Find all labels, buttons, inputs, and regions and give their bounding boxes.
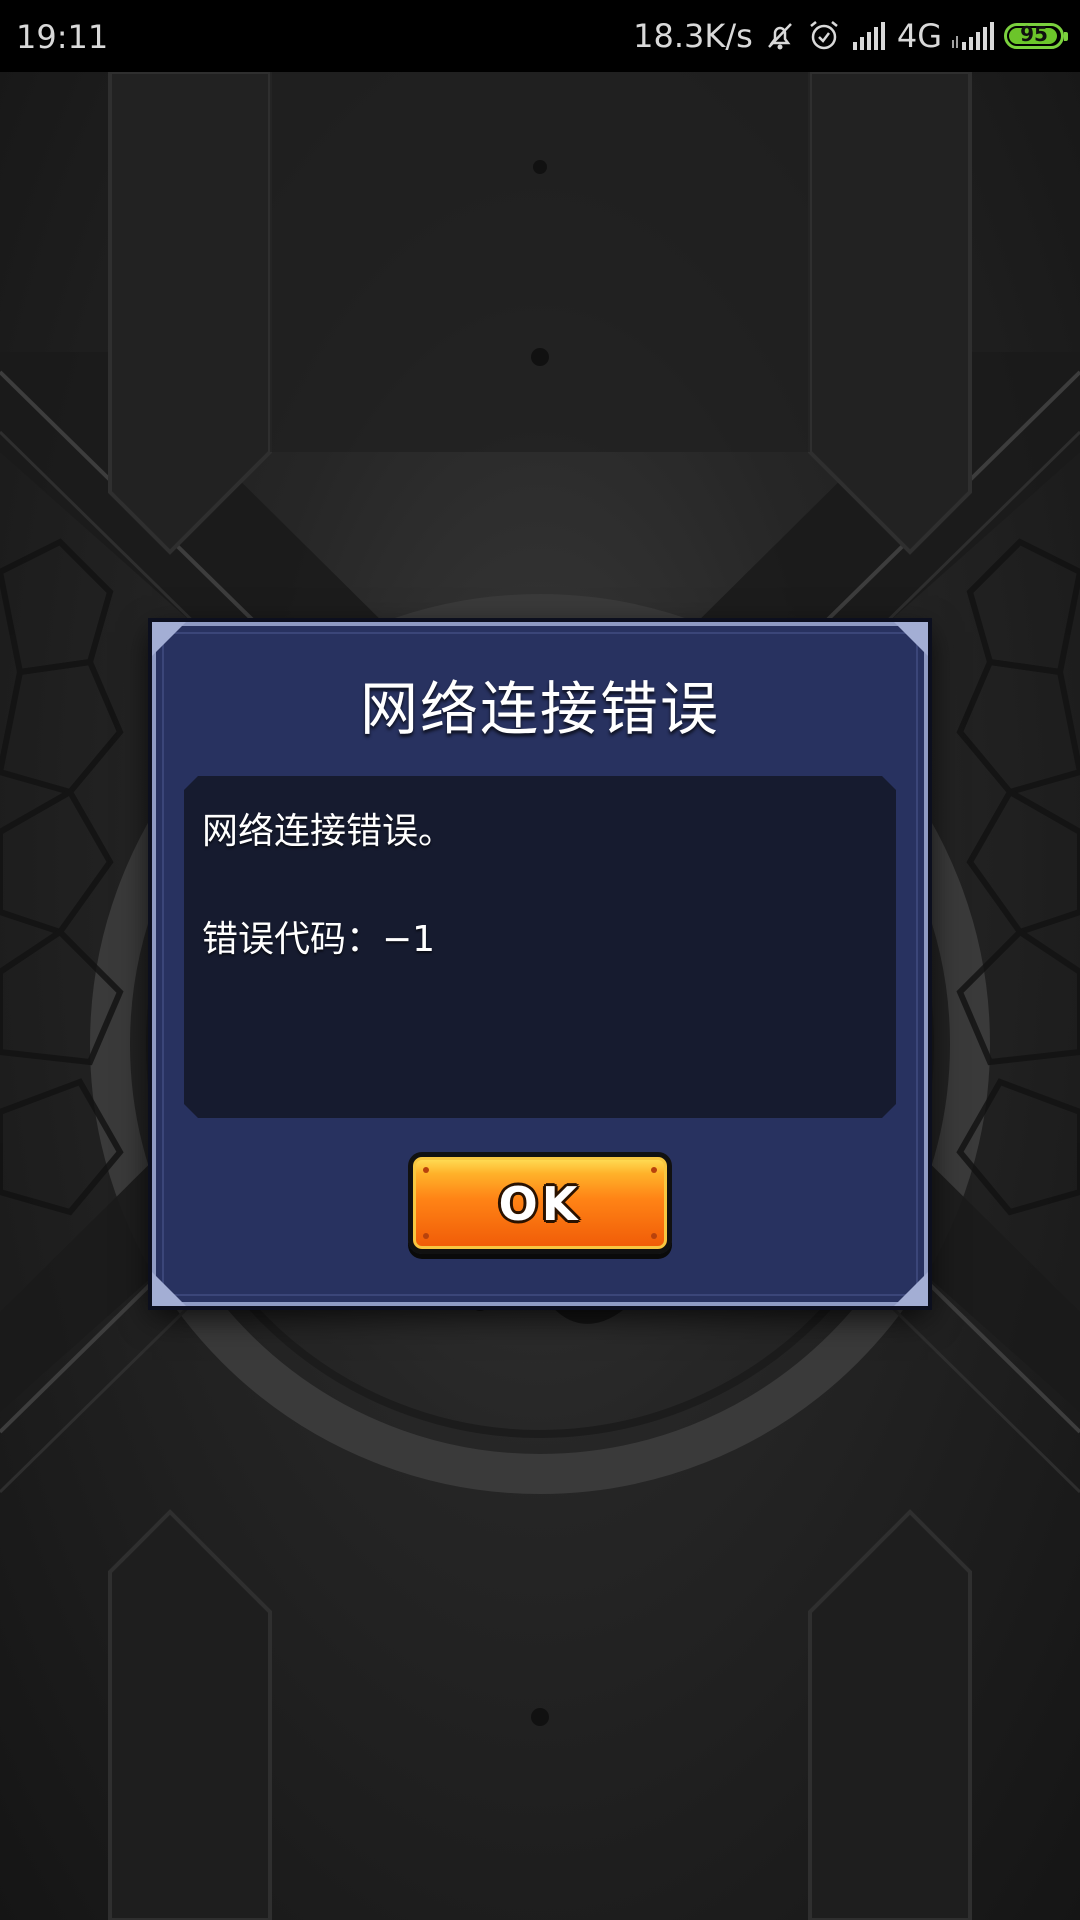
error-message: 网络连接错误。 xyxy=(202,811,455,852)
dialog-corner xyxy=(152,622,186,656)
signal-icon xyxy=(851,22,887,50)
net-speed: 18.3K/s xyxy=(633,17,753,55)
button-rivet xyxy=(651,1167,657,1173)
network-type: 4G xyxy=(896,17,942,55)
status-icons: 18.3K/s 4G 95 xyxy=(633,14,1068,58)
ok-button-label: OK xyxy=(498,1177,582,1231)
status-time: 19:11 xyxy=(16,18,109,56)
button-rivet xyxy=(423,1167,429,1173)
battery-icon: 95 xyxy=(1004,22,1068,49)
status-bar: 19:11 18.3K/s 4G 95 xyxy=(0,0,1080,72)
button-rivet xyxy=(423,1233,429,1239)
battery-tip xyxy=(1064,32,1068,41)
dialog-corner xyxy=(894,1272,928,1306)
ok-button[interactable]: OK xyxy=(408,1152,672,1254)
error-code: 错误代码：−1 xyxy=(202,919,436,960)
dialog-corner xyxy=(894,622,928,656)
signal-icon xyxy=(952,22,994,50)
battery-level: 95 xyxy=(1020,22,1048,46)
alarm-icon xyxy=(807,19,841,53)
game-screen: 19:11 18.3K/s 4G 95 网络连接错误 网络连接错误。 错误代码：… xyxy=(0,0,1080,1920)
dialog-corner xyxy=(152,1272,186,1306)
error-dialog: 网络连接错误 网络连接错误。 错误代码：−1 OK xyxy=(152,622,928,1306)
notifications-muted-icon xyxy=(763,19,797,53)
dialog-title: 网络连接错误 xyxy=(359,675,720,743)
message-box: 网络连接错误。 错误代码：−1 xyxy=(184,776,896,1118)
button-rivet xyxy=(651,1233,657,1239)
